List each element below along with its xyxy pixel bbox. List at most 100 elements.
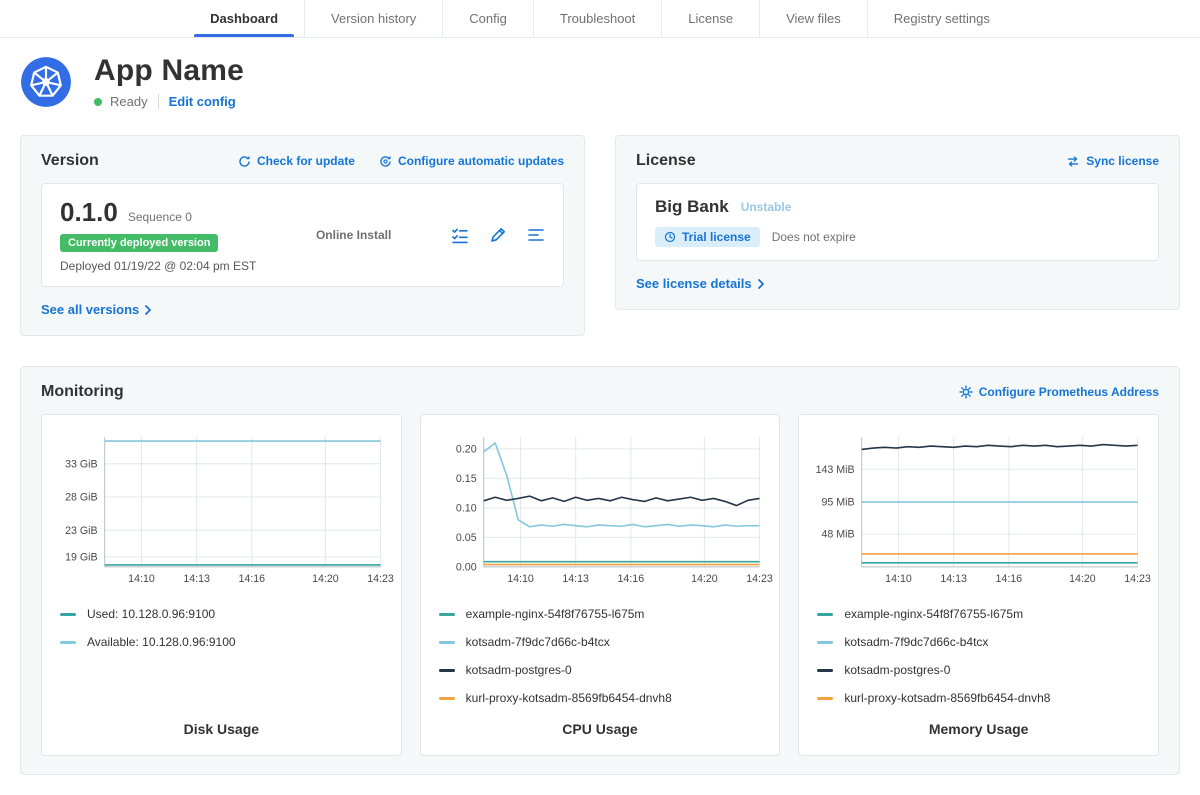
see-license-details-link[interactable]: See license details (636, 276, 764, 291)
svg-text:14:16: 14:16 (617, 573, 644, 585)
license-card: Big Bank Unstable Trial license Does not… (636, 183, 1159, 261)
see-all-versions-label: See all versions (41, 302, 139, 317)
install-type-label: Online Install (316, 228, 391, 242)
charts-row: 19 GiB23 GiB28 GiB33 GiB14:1014:1314:161… (41, 414, 1159, 756)
legend-swatch (439, 613, 455, 616)
configure-prometheus-link[interactable]: Configure Prometheus Address (959, 385, 1159, 399)
svg-text:14:10: 14:10 (128, 573, 155, 585)
memory-usage-chart: 48 MiB95 MiB143 MiB14:1014:1314:1614:201… (811, 429, 1146, 591)
cpu-usage-legend: example-nginx-54f8f76755-l675mkotsadm-7f… (433, 607, 768, 705)
current-version-info: 0.1.0 Sequence 0 Currently deployed vers… (60, 197, 256, 273)
version-title: Version (41, 152, 99, 170)
clock-icon (664, 231, 676, 243)
check-for-update-label: Check for update (257, 154, 355, 168)
legend-swatch (439, 641, 455, 644)
legend-swatch (439, 697, 455, 700)
license-panel-header: License Sync license (636, 152, 1159, 170)
svg-text:14:13: 14:13 (941, 573, 968, 585)
see-all-versions-link[interactable]: See all versions (41, 302, 151, 317)
configure-automatic-updates-link[interactable]: Configure automatic updates (379, 154, 564, 168)
svg-text:14:13: 14:13 (562, 573, 589, 585)
tab-view-files[interactable]: View files (759, 0, 867, 37)
svg-text:14:23: 14:23 (746, 573, 773, 585)
edit-config-action-icon[interactable] (489, 226, 507, 244)
disk-usage-chart: 19 GiB23 GiB28 GiB33 GiB14:1014:1314:161… (54, 429, 389, 591)
monitoring-title: Monitoring (41, 383, 124, 401)
memory-usage-legend: example-nginx-54f8f76755-l675m kotsadm-7f… (811, 607, 1146, 705)
gear-icon (959, 385, 973, 399)
svg-text:14:20: 14:20 (312, 573, 339, 585)
version-panel: Version Check for update (20, 135, 585, 336)
svg-text:14:10: 14:10 (886, 573, 913, 585)
svg-text:14:23: 14:23 (367, 573, 394, 585)
divider (158, 94, 159, 109)
license-panel: License Sync license Big Bank Unstable (615, 135, 1180, 310)
tab-config[interactable]: Config (442, 0, 533, 37)
check-for-update-link[interactable]: Check for update (238, 154, 355, 168)
tab-troubleshoot[interactable]: Troubleshoot (533, 0, 661, 37)
license-title: License (636, 152, 696, 170)
tab-version-history[interactable]: Version history (304, 0, 442, 37)
release-notes-icon[interactable] (451, 226, 469, 244)
edit-config-link[interactable]: Edit config (169, 94, 236, 109)
svg-text:48 MiB: 48 MiB (822, 529, 855, 541)
deployed-timestamp: Deployed 01/19/22 @ 02:04 pm EST (60, 259, 256, 273)
monitoring-panel: Monitoring Configure Prometheus Address … (20, 366, 1180, 775)
legend-swatch (817, 669, 833, 672)
tab-registry-settings[interactable]: Registry settings (867, 0, 1016, 37)
chevron-right-icon (758, 279, 764, 289)
app-header: App Name Ready Edit config (20, 54, 1180, 109)
app-status-text: Ready (110, 94, 148, 109)
svg-text:0.10: 0.10 (456, 502, 477, 514)
legend-label: kotsadm-7f9dc7d66c-b4tcx (466, 635, 610, 649)
configure-automatic-updates-label: Configure automatic updates (398, 154, 564, 168)
svg-text:143 MiB: 143 MiB (816, 464, 855, 476)
license-channel: Unstable (741, 200, 792, 214)
version-panel-header: Version Check for update (41, 152, 564, 170)
legend-item: Available: 10.128.0.96:9100 (60, 635, 389, 649)
chart-title: Memory Usage (811, 705, 1146, 745)
sync-license-link[interactable]: Sync license (1066, 154, 1159, 168)
cpu-usage-chart: 0.000.050.100.150.2014:1014:1314:1614:20… (433, 429, 768, 591)
tab-license[interactable]: License (661, 0, 759, 37)
diff-icon[interactable] (527, 226, 545, 244)
main-content: App Name Ready Edit config Version (20, 54, 1180, 795)
svg-text:14:20: 14:20 (1069, 573, 1096, 585)
top-nav: Dashboard Version history Config Trouble… (0, 0, 1200, 38)
license-expiry: Does not expire (772, 230, 856, 244)
legend-item: example-nginx-54f8f76755-l675m (817, 607, 1146, 621)
legend-item: Used: 10.128.0.96:9100 (60, 607, 389, 621)
legend-swatch (817, 613, 833, 616)
svg-text:95 MiB: 95 MiB (822, 497, 855, 509)
svg-text:14:16: 14:16 (239, 573, 266, 585)
legend-item: kurl-proxy-kotsadm-8569fb6454-dnvh8 (817, 691, 1146, 705)
svg-text:14:20: 14:20 (691, 573, 718, 585)
chart-title: Disk Usage (54, 705, 389, 745)
tab-dashboard[interactable]: Dashboard (184, 0, 304, 37)
status-dot (94, 98, 102, 106)
version-sequence: Sequence 0 (128, 210, 192, 224)
legend-item: kotsadm-postgres-0 (439, 663, 768, 677)
chart-card-cpu: 0.000.050.100.150.2014:1014:1314:1614:20… (420, 414, 781, 756)
refresh-icon (238, 155, 251, 168)
svg-text:0.05: 0.05 (456, 532, 477, 544)
chart-card-disk: 19 GiB23 GiB28 GiB33 GiB14:1014:1314:161… (41, 414, 402, 756)
sync-icon (1066, 155, 1080, 168)
legend-item: kotsadm-7f9dc7d66c-b4tcx (817, 635, 1146, 649)
chevron-right-icon (145, 305, 151, 315)
legend-item: kurl-proxy-kotsadm-8569fb6454-dnvh8 (439, 691, 768, 705)
legend-item: kotsadm-7f9dc7d66c-b4tcx (439, 635, 768, 649)
chart-card-memory: 48 MiB95 MiB143 MiB14:1014:1314:1614:201… (798, 414, 1159, 756)
legend-label: kurl-proxy-kotsadm-8569fb6454-dnvh8 (466, 691, 672, 705)
svg-text:14:13: 14:13 (183, 573, 210, 585)
svg-text:14:23: 14:23 (1125, 573, 1152, 585)
svg-text:14:10: 14:10 (507, 573, 534, 585)
svg-text:0.00: 0.00 (456, 561, 477, 573)
deployed-badge: Currently deployed version (60, 234, 218, 252)
legend-label: kotsadm-7f9dc7d66c-b4tcx (844, 635, 988, 649)
app-title: App Name (94, 54, 244, 88)
version-number: 0.1.0 (60, 197, 118, 228)
version-actions (451, 226, 545, 244)
legend-swatch (60, 641, 76, 644)
legend-swatch (817, 697, 833, 700)
